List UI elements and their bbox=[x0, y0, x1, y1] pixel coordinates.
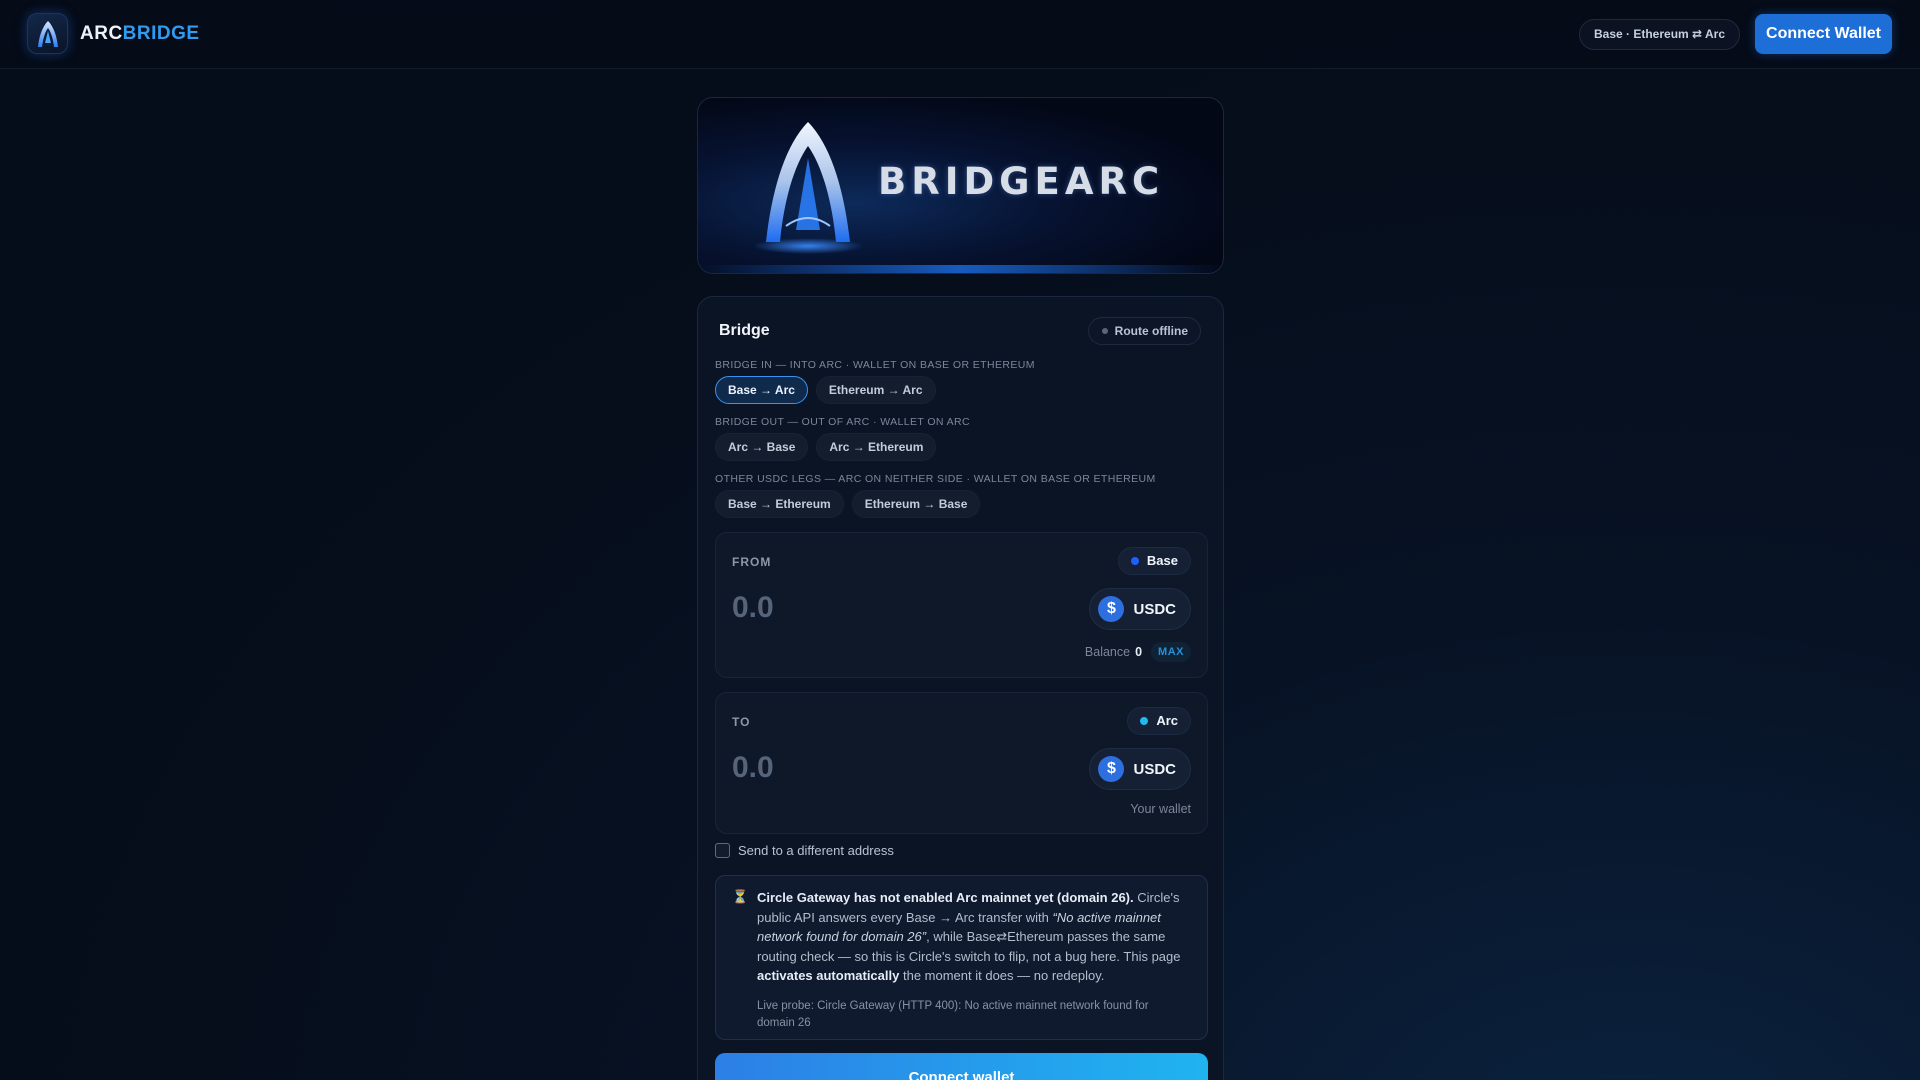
from-network-selector[interactable]: Base bbox=[1117, 547, 1191, 575]
arc-logo-icon bbox=[27, 13, 68, 54]
from-amount-input[interactable]: 0.0 bbox=[732, 591, 774, 625]
balance-value: 0 bbox=[1135, 645, 1143, 659]
recipient-hint: Your wallet bbox=[1130, 802, 1191, 816]
to-amount-output: 0.0 bbox=[732, 751, 774, 784]
section-label-bridge-in: BRIDGE IN — INTO ARC · WALLET ON BASE OR… bbox=[715, 359, 1035, 371]
from-label: FROM bbox=[732, 555, 772, 569]
different-address-checkbox[interactable] bbox=[715, 843, 730, 858]
connect-wallet-main-button[interactable]: Connect wallet bbox=[715, 1053, 1208, 1080]
gateway-notice: ⏳ Circle Gateway has not enabled Arc mai… bbox=[715, 875, 1208, 1040]
different-address-label: Send to a different address bbox=[738, 843, 894, 858]
bridge-card: Bridge Route offline BRIDGE IN — INTO AR… bbox=[697, 296, 1224, 1080]
to-token-label: USDC bbox=[1133, 760, 1176, 778]
route-status-badge: Route offline bbox=[1087, 317, 1201, 345]
usdc-icon: $ bbox=[1098, 596, 1125, 622]
from-token-selector[interactable]: $ USDC bbox=[1089, 588, 1191, 630]
balance-row: Balance 0 MAX bbox=[1085, 642, 1191, 662]
banner-glow bbox=[698, 265, 1223, 273]
route-group-bridge-in: Base → Arc Ethereum → Arc bbox=[715, 376, 936, 404]
top-bar: ARCBRIDGE Base · Ethereum ⇄ Arc Connect … bbox=[0, 0, 1920, 69]
brand[interactable]: ARCBRIDGE bbox=[27, 13, 200, 54]
to-token-selector[interactable]: $ USDC bbox=[1089, 748, 1191, 790]
to-network-label: Arc bbox=[1156, 713, 1178, 728]
brand-name-bridge: BRIDGE bbox=[122, 22, 200, 44]
hourglass-icon: ⏳ bbox=[732, 889, 749, 904]
route-chip-ethereum-arc[interactable]: Ethereum → Arc bbox=[815, 376, 936, 404]
base-network-icon bbox=[1130, 557, 1139, 565]
max-button[interactable]: MAX bbox=[1151, 642, 1191, 662]
route-group-other-legs: Base → Ethereum Ethereum → Base bbox=[715, 490, 981, 518]
status-dot-icon bbox=[1101, 328, 1108, 334]
arc-emblem-icon bbox=[753, 122, 863, 254]
notice-intro: Circle Gateway has not enabled Arc mainn… bbox=[757, 890, 1134, 905]
banner-title: BRIDGEARC bbox=[878, 160, 1165, 203]
route-chip-ethereum-base[interactable]: Ethereum → Base bbox=[851, 490, 981, 518]
route-chip-arc-ethereum[interactable]: Arc → Ethereum bbox=[816, 433, 937, 461]
from-network-label: Base bbox=[1146, 553, 1178, 568]
live-probe-text: Live probe: Circle Gateway (HTTP 400): N… bbox=[757, 1000, 1149, 1029]
to-panel: TO Arc 0.0 $ USDC Your wallet bbox=[715, 692, 1208, 834]
usdc-icon: $ bbox=[1098, 756, 1125, 782]
brand-name-arc: ARC bbox=[80, 22, 123, 44]
network-pill: Base · Ethereum ⇄ Arc bbox=[1579, 19, 1740, 50]
route-chip-base-arc[interactable]: Base → Arc bbox=[715, 376, 808, 404]
arc-network-icon bbox=[1140, 717, 1149, 725]
balance-label: Balance bbox=[1084, 645, 1131, 659]
bridge-title: Bridge bbox=[719, 322, 770, 339]
brand-name: ARCBRIDGE bbox=[80, 23, 200, 45]
hero-banner: BRIDGEARC bbox=[697, 97, 1224, 274]
notice-auto: activates automatically bbox=[757, 968, 900, 983]
different-address-toggle[interactable]: Send to a different address bbox=[715, 843, 894, 858]
to-network-selector[interactable]: Arc bbox=[1127, 707, 1191, 735]
notice-text: Circle Gateway has not enabled Arc mainn… bbox=[757, 888, 1197, 986]
connect-wallet-button[interactable]: Connect Wallet bbox=[1755, 14, 1892, 54]
section-label-other-legs: OTHER USDC LEGS — ARC ON NEITHER SIDE · … bbox=[715, 473, 1156, 485]
route-status-label: Route offline bbox=[1114, 324, 1188, 338]
section-label-bridge-out: BRIDGE OUT — OUT OF ARC · WALLET ON ARC bbox=[715, 416, 970, 428]
from-token-label: USDC bbox=[1133, 600, 1176, 618]
route-group-bridge-out: Arc → Base Arc → Ethereum bbox=[715, 433, 937, 461]
route-chip-arc-base[interactable]: Arc → Base bbox=[715, 433, 809, 461]
route-chip-base-ethereum[interactable]: Base → Ethereum bbox=[715, 490, 844, 518]
to-label: TO bbox=[732, 715, 751, 729]
from-panel: FROM Base 0.0 $ USDC Balance 0 MAX bbox=[715, 532, 1208, 678]
notice-text-3: the moment it does — no redeploy. bbox=[899, 968, 1105, 983]
